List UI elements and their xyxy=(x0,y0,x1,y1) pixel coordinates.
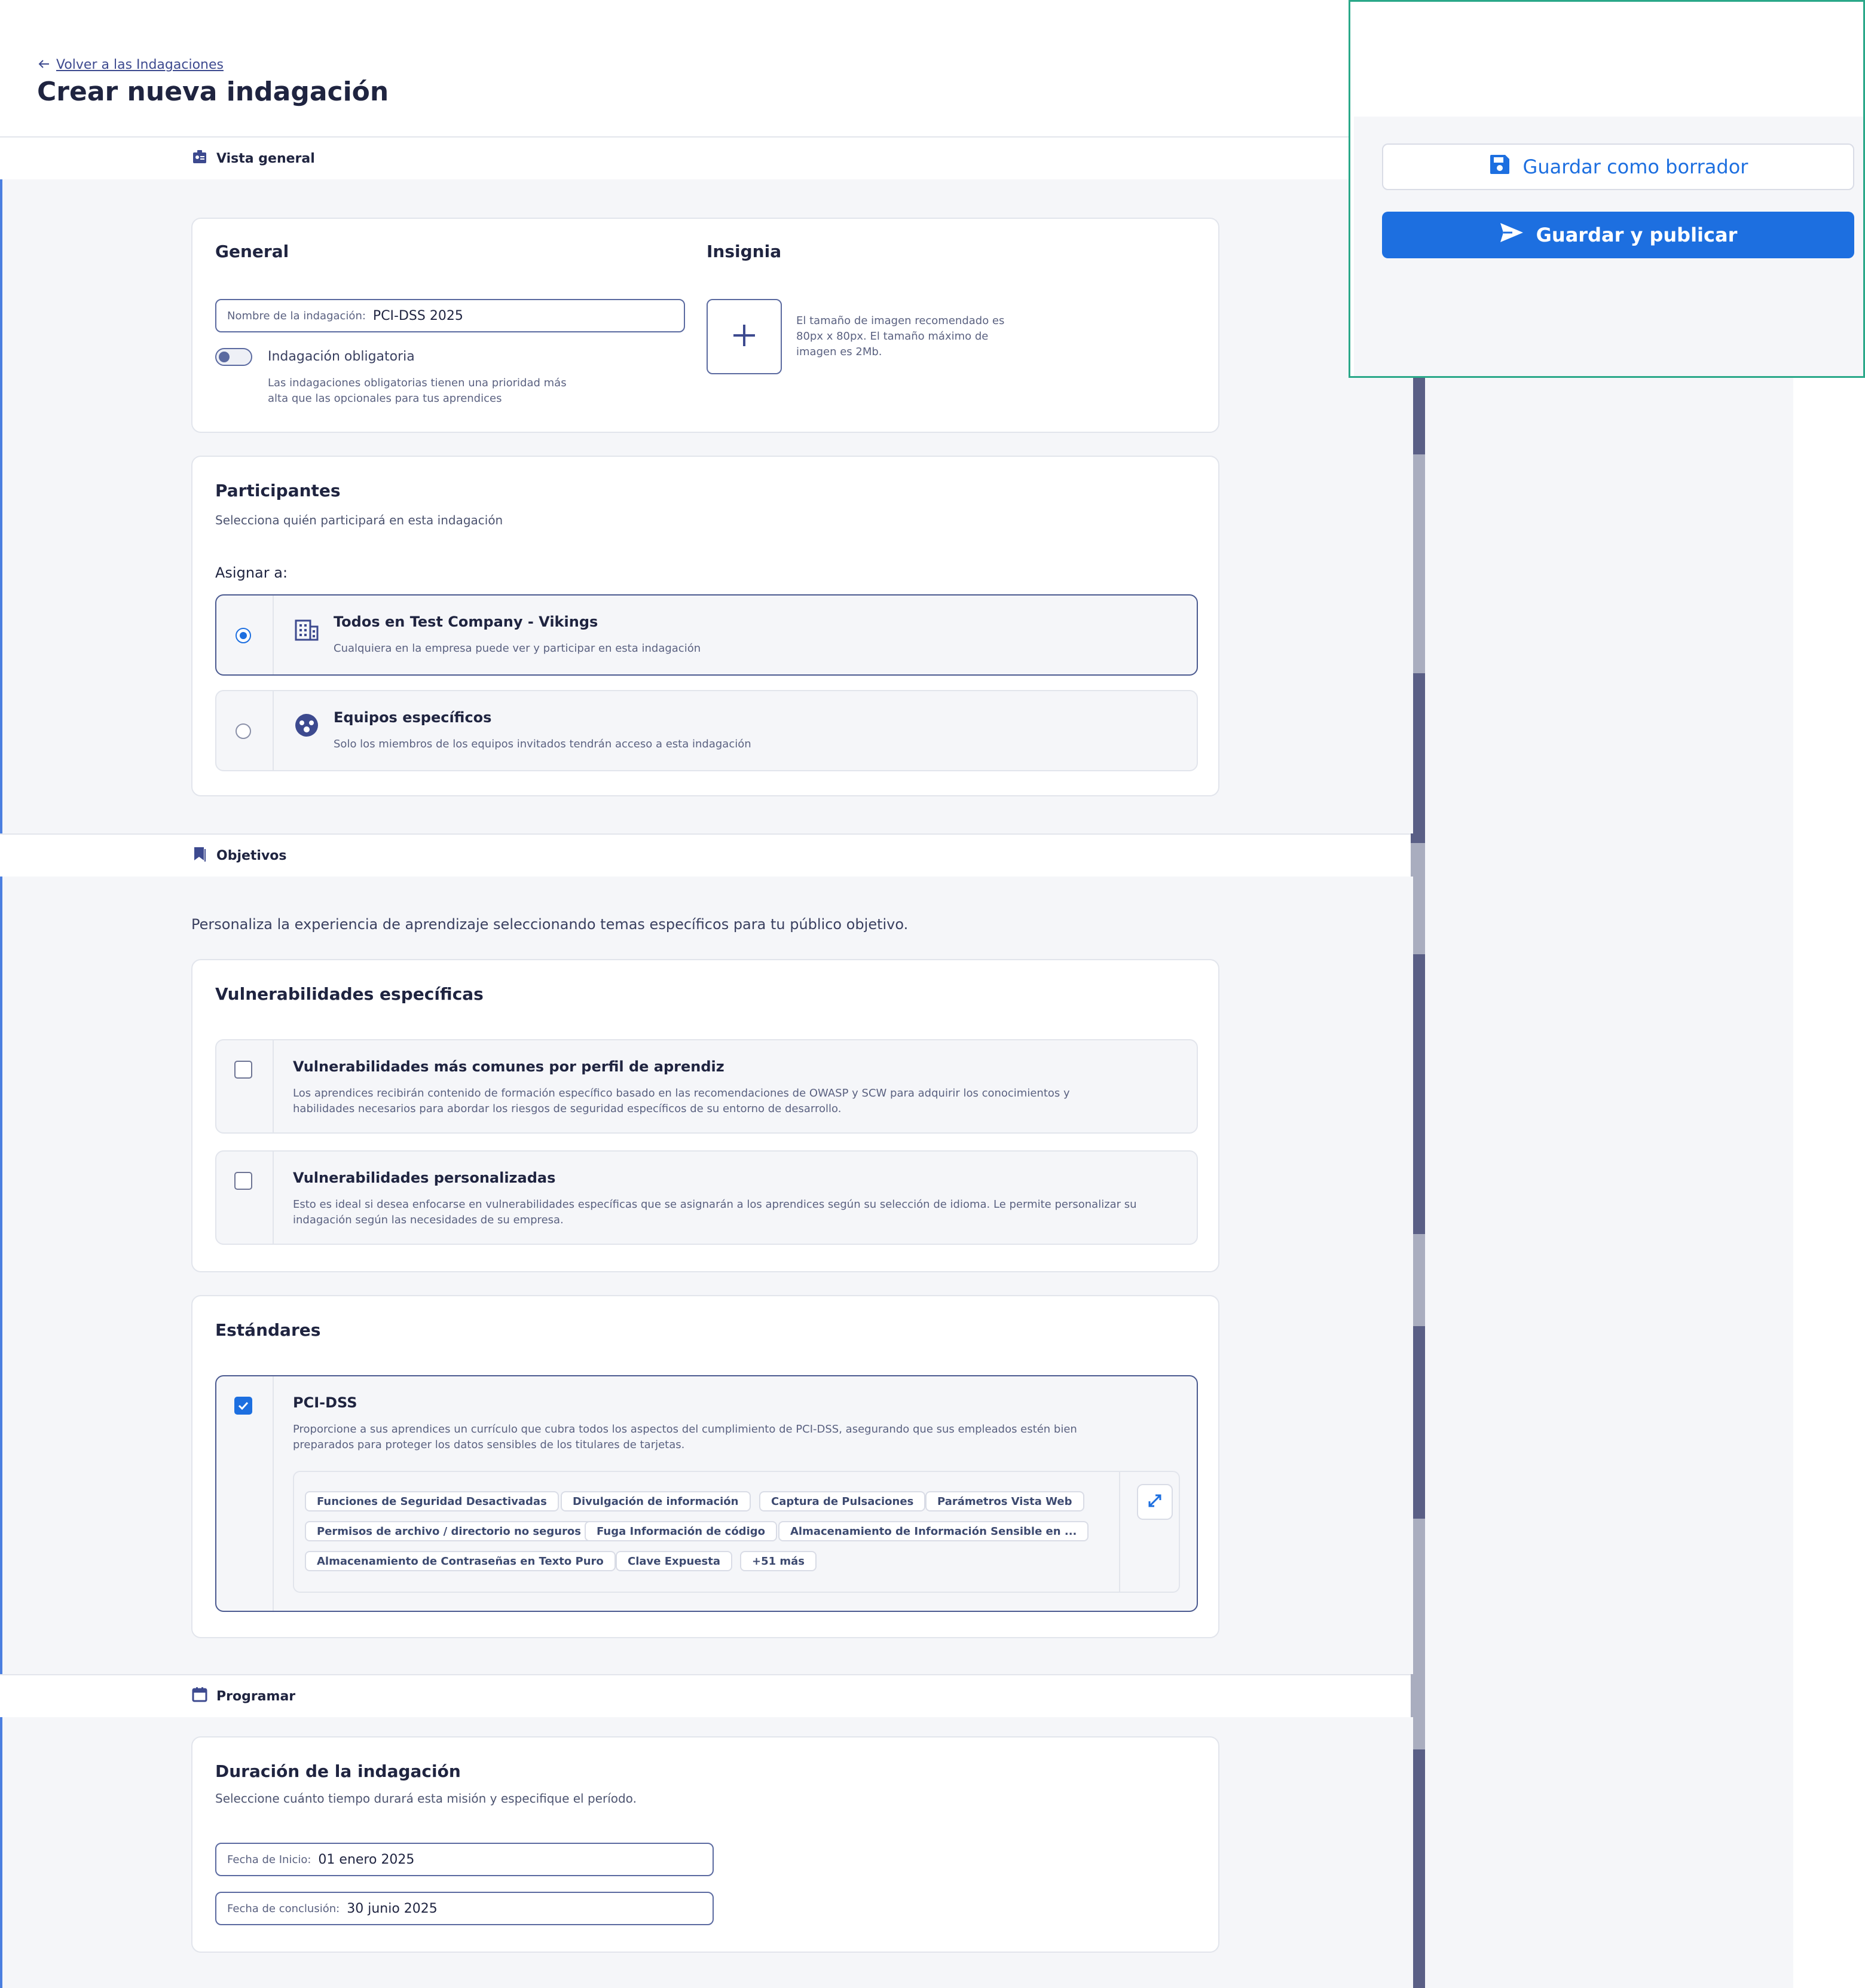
end-date-label: Fecha de conclusión: xyxy=(227,1902,340,1915)
standards-title: Estándares xyxy=(215,1320,321,1340)
option-everyone-desc: Cualquiera en la empresa puede ver y par… xyxy=(334,642,701,655)
building-icon xyxy=(294,617,319,645)
standard-option-pcidss[interactable]: PCI-DSS Proporcione a sus aprendices un … xyxy=(215,1375,1198,1612)
topic-tag: Almacenamiento de Información Sensible e… xyxy=(778,1521,1089,1541)
vuln-common-title: Vulnerabilidades más comunes por perfil … xyxy=(293,1058,724,1075)
back-link[interactable]: Volver a las Indagaciones xyxy=(38,57,224,72)
arrow-left-icon xyxy=(38,57,50,72)
vulnerabilities-title: Vulnerabilidades específicas xyxy=(215,984,484,1004)
vulnerabilities-card: Vulnerabilidades específicas Vulnerabili… xyxy=(191,959,1219,1272)
pcidss-desc-2: preparados para proteger los datos sensi… xyxy=(293,1439,685,1451)
general-card: General Nombre de la indagación: PCI-DSS… xyxy=(191,218,1219,433)
side-background xyxy=(1425,335,1793,1988)
vuln-common-desc-2: habilidades necesarios para abordar los … xyxy=(293,1103,842,1115)
assign-label: Asignar a: xyxy=(215,564,288,581)
plus-icon xyxy=(730,321,759,352)
start-date-label: Fecha de Inicio: xyxy=(227,1853,311,1866)
pcidss-topics-box: Funciones de Seguridad Desactivadas Divu… xyxy=(293,1471,1180,1593)
vuln-custom-title: Vulnerabilidades personalizadas xyxy=(293,1169,556,1186)
end-date-value: 30 junio 2025 xyxy=(347,1901,438,1916)
publish-button[interactable]: Guardar y publicar xyxy=(1382,212,1854,258)
section-schedule-label: Programar xyxy=(216,1688,296,1704)
badge-help-3: imagen es 2Mb. xyxy=(796,346,882,358)
vuln-custom-desc-1: Esto es ideal si desea enfocarse en vuln… xyxy=(293,1198,1137,1211)
checkbox-pcidss[interactable] xyxy=(234,1397,252,1415)
badge-title: Insignia xyxy=(707,242,782,261)
option-everyone[interactable]: Todos en Test Company - Vikings Cualquie… xyxy=(215,594,1198,676)
duration-title: Duración de la indagación xyxy=(215,1761,461,1781)
objectives-intro: Personaliza la experiencia de aprendizaj… xyxy=(191,916,909,933)
floppy-disk-icon xyxy=(1488,153,1511,181)
pcidss-title: PCI-DSS xyxy=(293,1394,357,1411)
name-field-label: Nombre de la indagación: xyxy=(227,309,366,322)
radio-teams[interactable] xyxy=(236,723,251,739)
topic-tag: Permisos de archivo / directorio no segu… xyxy=(305,1521,593,1541)
topic-tag: Clave Expuesta xyxy=(616,1551,733,1571)
radio-everyone[interactable] xyxy=(236,628,251,643)
option-teams[interactable]: Equipos específicos Solo los miembros de… xyxy=(215,690,1198,771)
vuln-custom-desc-2: indagación según las necesidades de su e… xyxy=(293,1214,564,1226)
mandatory-toggle-label: Indagación obligatoria xyxy=(268,349,415,364)
start-date-field[interactable]: Fecha de Inicio: 01 enero 2025 xyxy=(215,1843,714,1876)
paper-plane-icon xyxy=(1499,222,1524,248)
section-objectives-label: Objetivos xyxy=(216,848,287,863)
badge-help-2: 80px x 80px. El tamaño máximo de xyxy=(796,330,989,343)
participants-card: Participantes Selecciona quién participa… xyxy=(191,456,1219,796)
topic-tag-more[interactable]: +51 más xyxy=(740,1551,817,1571)
general-title: General xyxy=(215,242,289,261)
option-teams-desc: Solo los miembros de los equipos invitad… xyxy=(334,738,751,750)
duration-card: Duración de la indagación Seleccione cuá… xyxy=(191,1736,1219,1953)
calendar-icon xyxy=(191,1686,208,1706)
expand-topics-button[interactable] xyxy=(1137,1484,1173,1520)
topic-tag: Almacenamiento de Contraseñas en Texto P… xyxy=(305,1551,616,1571)
end-date-field[interactable]: Fecha de conclusión: 30 junio 2025 xyxy=(215,1892,714,1925)
mandatory-help-2: alta que las opcionales para tus aprendi… xyxy=(268,392,502,405)
name-field-value: PCI-DSS 2025 xyxy=(372,308,463,323)
participants-title: Participantes xyxy=(215,481,341,500)
checkbox-vuln-custom[interactable] xyxy=(234,1172,252,1190)
section-overview-header: Vista general xyxy=(0,136,1411,181)
mandatory-help-1: Las indagaciones obligatorias tienen una… xyxy=(268,377,567,389)
expand-icon xyxy=(1146,1492,1163,1511)
save-draft-label: Guardar como borrador xyxy=(1522,155,1748,178)
standards-card: Estándares PCI-DSS Proporcione a sus apr… xyxy=(191,1295,1219,1638)
section-schedule-header: Programar xyxy=(0,1674,1411,1718)
duration-subtitle: Seleccione cuánto tiempo durará esta mis… xyxy=(215,1791,637,1806)
back-link-label: Volver a las Indagaciones xyxy=(56,57,224,72)
save-draft-button[interactable]: Guardar como borrador xyxy=(1382,143,1854,190)
mandatory-toggle[interactable] xyxy=(215,348,252,366)
option-teams-title: Equipos específicos xyxy=(334,709,492,726)
topic-tag: Parámetros Vista Web xyxy=(925,1491,1084,1511)
vuln-option-custom[interactable]: Vulnerabilidades personalizadas Esto es … xyxy=(215,1150,1198,1245)
publish-label: Guardar y publicar xyxy=(1536,224,1738,246)
id-badge-icon xyxy=(191,148,208,169)
topic-tag: Divulgación de información xyxy=(561,1491,751,1511)
section-overview-label: Vista general xyxy=(216,151,315,166)
pcidss-desc-1: Proporcione a sus aprendices un currícul… xyxy=(293,1423,1077,1436)
topic-tag: Captura de Pulsaciones xyxy=(759,1491,926,1511)
topic-tag: Funciones de Seguridad Desactivadas xyxy=(305,1491,559,1511)
option-everyone-title: Todos en Test Company - Vikings xyxy=(334,613,598,630)
page-title: Crear nueva indagación xyxy=(37,77,389,107)
section-objectives-header: Objetivos xyxy=(0,833,1411,878)
checkbox-vuln-common[interactable] xyxy=(234,1061,252,1079)
badge-help-1: El tamaño de imagen recomendado es xyxy=(796,314,1005,327)
team-icon xyxy=(294,713,319,740)
topic-tag: Fuga Información de código xyxy=(585,1521,777,1541)
start-date-value: 01 enero 2025 xyxy=(318,1852,415,1867)
name-field[interactable]: Nombre de la indagación: PCI-DSS 2025 xyxy=(215,299,685,332)
participants-subtitle: Selecciona quién participará en esta ind… xyxy=(215,513,503,527)
vuln-option-common[interactable]: Vulnerabilidades más comunes por perfil … xyxy=(215,1039,1198,1134)
bookmark-icon xyxy=(191,845,208,866)
vuln-common-desc-1: Los aprendices recibirán contenido de fo… xyxy=(293,1087,1070,1100)
badge-upload-button[interactable] xyxy=(707,299,782,374)
